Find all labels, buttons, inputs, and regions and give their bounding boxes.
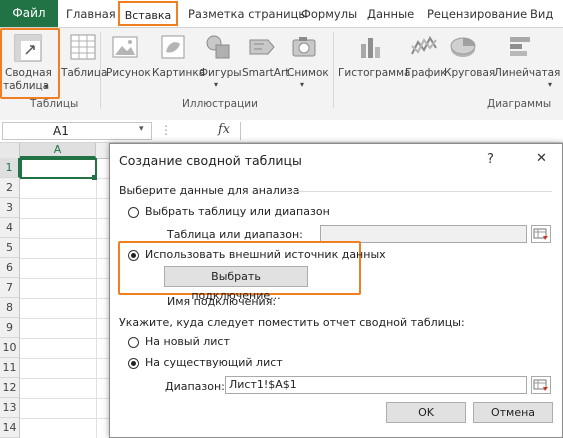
row-header[interactable]: 8 bbox=[0, 298, 20, 318]
shapes-icon bbox=[206, 35, 230, 59]
row-header-1[interactable]: 1 bbox=[0, 158, 20, 178]
select-all-corner[interactable] bbox=[0, 143, 20, 158]
row-header[interactable]: 2 bbox=[0, 178, 20, 198]
tab-formulas[interactable]: Формулы bbox=[301, 4, 357, 24]
tab-page-layout[interactable]: Разметка страницы bbox=[188, 4, 307, 24]
radio-select-table[interactable] bbox=[128, 207, 139, 218]
row-header[interactable]: 13 bbox=[0, 398, 20, 418]
clipart-icon bbox=[161, 35, 185, 59]
group-charts-label: Диаграммы bbox=[487, 98, 552, 110]
radio-new-sheet-label[interactable]: На новый лист bbox=[145, 335, 230, 348]
screenshot-button[interactable]: Снимок bbox=[287, 67, 329, 79]
row-header[interactable]: 11 bbox=[0, 358, 20, 378]
pie-chart-button[interactable]: Круговая bbox=[444, 67, 495, 79]
separator bbox=[100, 32, 101, 108]
row-header[interactable]: 5 bbox=[0, 238, 20, 258]
separator bbox=[240, 122, 241, 140]
smartart-icon bbox=[249, 39, 275, 55]
tab-file[interactable]: Файл bbox=[0, 0, 58, 27]
connection-name-label: Имя подключения: bbox=[167, 295, 277, 308]
chevron-down-icon[interactable]: ▾ bbox=[139, 124, 144, 134]
tab-home[interactable]: Главная bbox=[66, 4, 116, 24]
tab-insert[interactable]: Вставка bbox=[118, 1, 178, 26]
row-header[interactable]: 10 bbox=[0, 338, 20, 358]
picture-icon bbox=[112, 36, 138, 58]
group-tables-label: Таблицы bbox=[30, 98, 79, 110]
separator bbox=[333, 32, 334, 108]
range-picker-button[interactable] bbox=[531, 225, 551, 243]
fx-icon[interactable]: fx bbox=[218, 122, 230, 137]
range-picker-icon bbox=[533, 379, 548, 391]
group-illustrations-label: Иллюстрации bbox=[182, 98, 258, 110]
row-header[interactable]: 12 bbox=[0, 378, 20, 398]
row-header[interactable]: 14 bbox=[0, 418, 20, 438]
radio-external-source-label[interactable]: Использовать внешний источник данных bbox=[145, 248, 386, 261]
line-chart-icon bbox=[411, 35, 437, 55]
dropdown-arrow-icon: ▾ bbox=[548, 80, 553, 89]
row-header[interactable]: 9 bbox=[0, 318, 20, 338]
cell-a1-selected[interactable] bbox=[20, 158, 97, 179]
row-header[interactable]: 7 bbox=[0, 278, 20, 298]
choose-connection-button[interactable]: Выбрать подключение... bbox=[164, 266, 308, 302]
bar-chart-icon bbox=[510, 37, 530, 56]
pivot-table-icon bbox=[14, 34, 42, 62]
histogram-button[interactable]: Гистограмма bbox=[338, 67, 410, 79]
dropdown-arrow-icon: ▾ bbox=[214, 80, 219, 89]
ok-button[interactable]: OK bbox=[386, 402, 466, 423]
range-picker-button[interactable] bbox=[531, 376, 551, 394]
line-chart-button[interactable]: График bbox=[405, 67, 447, 79]
vertical-dots-icon: ⋮ bbox=[160, 123, 172, 137]
formula-bar: A1 ▾ ⋮ fx bbox=[0, 120, 563, 143]
table-range-label: Таблица или диапазон: bbox=[167, 228, 303, 241]
tab-data[interactable]: Данные bbox=[367, 4, 414, 24]
radio-external-source[interactable] bbox=[128, 250, 139, 261]
shapes-button[interactable]: Фигуры bbox=[199, 67, 242, 79]
help-icon[interactable]: ? bbox=[487, 152, 494, 167]
column-header-a[interactable]: A bbox=[20, 143, 96, 158]
name-box[interactable]: A1 ▾ bbox=[2, 122, 152, 140]
tab-review[interactable]: Рецензирование bbox=[427, 4, 527, 24]
radio-new-sheet[interactable] bbox=[128, 337, 139, 348]
dropdown-arrow-icon: ▾ bbox=[44, 82, 49, 91]
ribbon-tab-bar: Файл Главная Вставка Разметка страницы Ф… bbox=[0, 0, 563, 27]
bar-chart-button[interactable]: Линейчатая bbox=[494, 67, 560, 79]
smartart-button[interactable]: SmartArt bbox=[242, 67, 289, 79]
tab-view[interactable]: Вид bbox=[530, 4, 553, 24]
range-input-value: Лист1!$A$1 bbox=[229, 378, 297, 391]
pivot-table-button-line2[interactable]: таблица bbox=[3, 80, 49, 92]
screenshot-icon bbox=[292, 37, 316, 57]
name-box-value: A1 bbox=[53, 124, 69, 138]
dropdown-arrow-icon: ▾ bbox=[300, 80, 305, 89]
section-select-data-label: Выберите данные для анализа bbox=[119, 184, 300, 197]
fill-handle[interactable] bbox=[92, 175, 97, 180]
clipart-button[interactable]: Картинка bbox=[152, 67, 205, 79]
pivot-table-button[interactable]: Сводная bbox=[5, 67, 52, 79]
range-input[interactable]: Лист1!$A$1 bbox=[225, 376, 527, 394]
ribbon: Сводная таблица ▾ Таблица Таблицы Рисуно… bbox=[0, 27, 563, 122]
dialog-title: Создание сводной таблицы bbox=[119, 153, 302, 168]
section-divider bbox=[286, 191, 552, 192]
row-header[interactable]: 6 bbox=[0, 258, 20, 278]
radio-existing-sheet[interactable] bbox=[128, 358, 139, 369]
close-icon[interactable]: ✕ bbox=[536, 151, 547, 166]
range-picker-icon bbox=[533, 228, 548, 240]
radio-existing-sheet-label[interactable]: На существующий лист bbox=[145, 356, 283, 369]
row-header[interactable]: 4 bbox=[0, 218, 20, 238]
range-label: Диапазон: bbox=[165, 380, 225, 393]
section-placement-label: Укажите, куда следует поместить отчет св… bbox=[119, 316, 465, 329]
pie-chart-icon bbox=[450, 37, 476, 57]
row-header[interactable]: 3 bbox=[0, 198, 20, 218]
radio-select-table-label[interactable]: Выбрать таблицу или диапазон bbox=[145, 205, 330, 218]
histogram-icon bbox=[361, 38, 380, 58]
picture-button[interactable]: Рисунок bbox=[106, 67, 151, 79]
table-icon bbox=[70, 34, 96, 60]
cancel-button[interactable]: Отмена bbox=[473, 402, 553, 423]
create-pivot-table-dialog: Создание сводной таблицы ? ✕ Выберите да… bbox=[109, 143, 563, 438]
